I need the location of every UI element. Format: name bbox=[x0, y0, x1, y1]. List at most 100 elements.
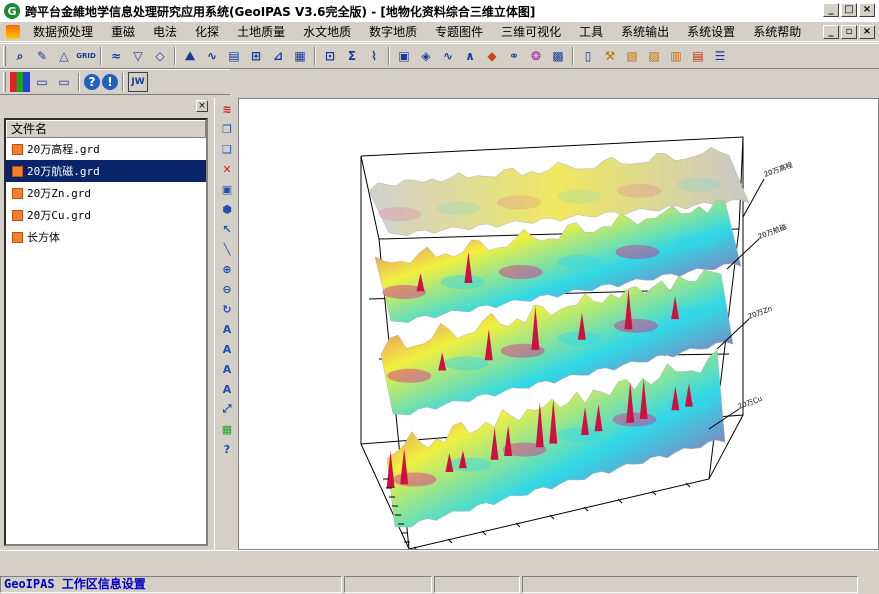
file-list: 文件名 20万高程.grd 20万航磁.grd 20万Zn.grd 20万Cu.… bbox=[4, 118, 208, 546]
color-icon[interactable]: ◈ bbox=[416, 46, 436, 66]
toolbar-separator bbox=[122, 73, 124, 91]
doc-icon[interactable]: ⚭ bbox=[504, 46, 524, 66]
print-icon[interactable]: ▤ bbox=[688, 46, 708, 66]
file-item[interactable]: 20万Cu.grd bbox=[6, 204, 206, 226]
line-icon[interactable]: ╲ bbox=[218, 240, 236, 258]
grid-icon[interactable]: GRID bbox=[76, 46, 96, 66]
menu-electric[interactable]: 电法 bbox=[144, 23, 186, 41]
menu-land-quality[interactable]: 土地质量 bbox=[228, 23, 294, 41]
peak-icon[interactable]: ▣ bbox=[394, 46, 414, 66]
column-header-filename[interactable]: 文件名 bbox=[6, 120, 206, 138]
cube-icon[interactable]: ⬢ bbox=[218, 200, 236, 218]
minimize-button[interactable]: _ bbox=[823, 3, 839, 17]
zoom-in-icon[interactable]: ⊕ bbox=[218, 260, 236, 278]
text-select-icon[interactable]: A bbox=[218, 380, 236, 398]
menu-gravity-magnetic[interactable]: 重磁 bbox=[102, 23, 144, 41]
panel-close-button[interactable]: × bbox=[196, 100, 208, 112]
frame-icon[interactable]: ⊡ bbox=[320, 46, 340, 66]
toolbar-separator bbox=[388, 47, 390, 65]
close-button[interactable]: × bbox=[859, 3, 875, 17]
file-label: 20万航磁.grd bbox=[27, 165, 100, 178]
toolbar-grip[interactable] bbox=[3, 72, 6, 92]
mosaic-icon[interactable]: ◆ bbox=[482, 46, 502, 66]
surface-blob bbox=[673, 235, 718, 249]
color-grid-icon[interactable]: ▦ bbox=[218, 420, 236, 438]
note-icon[interactable]: ▩ bbox=[548, 46, 568, 66]
help-icon[interactable]: ? bbox=[218, 440, 236, 458]
menu-digital-geology[interactable]: 数字地质 bbox=[360, 23, 426, 41]
axis-icon[interactable]: ⊿ bbox=[268, 46, 288, 66]
menu-help[interactable]: 系统帮助 bbox=[744, 23, 810, 41]
fit-icon[interactable]: ⤢ bbox=[218, 400, 236, 418]
image-icon[interactable]: ▣ bbox=[218, 180, 236, 198]
toolbar-grip[interactable] bbox=[3, 46, 6, 66]
menu-data-preprocess[interactable]: 数据预处理 bbox=[24, 23, 102, 41]
copy-icon[interactable]: ▧ bbox=[622, 46, 642, 66]
surface-blob bbox=[444, 356, 488, 371]
mdi-controls: _ ▫ × bbox=[823, 25, 875, 39]
text-edit-icon[interactable]: A bbox=[218, 360, 236, 378]
menu-tools[interactable]: 工具 bbox=[570, 23, 612, 41]
mdi-minimize-button[interactable]: _ bbox=[823, 25, 839, 39]
wave-icon[interactable]: ◇ bbox=[150, 46, 170, 66]
menu-geochem[interactable]: 化探 bbox=[186, 23, 228, 41]
paste-icon[interactable]: ❏ bbox=[218, 140, 236, 158]
pointer-icon[interactable]: ↖ bbox=[218, 220, 236, 238]
menu-output[interactable]: 系统输出 bbox=[612, 23, 678, 41]
map-icon[interactable]: ⛰ bbox=[180, 46, 200, 66]
list-icon[interactable]: ☰ bbox=[710, 46, 730, 66]
filter-icon[interactable]: ▽ bbox=[128, 46, 148, 66]
3d-plot-canvas[interactable]: 20万高程 20万航磁 20万Zn 20万Cu bbox=[238, 98, 879, 550]
table-icon[interactable]: ⊞ bbox=[246, 46, 266, 66]
layers-icon[interactable]: ≋ bbox=[218, 100, 236, 118]
mdi-close-button[interactable]: × bbox=[859, 25, 875, 39]
mdi-restore-button[interactable]: ▫ bbox=[841, 25, 857, 39]
pipe-icon[interactable]: ⚒ bbox=[600, 46, 620, 66]
palette-icon[interactable] bbox=[10, 72, 30, 92]
toolbar-separator bbox=[174, 47, 176, 65]
menu-thematic-maps[interactable]: 专题图件 bbox=[426, 23, 492, 41]
secondary-toolbar: ▭ ▭ ? ! JW bbox=[0, 69, 230, 95]
text-icon[interactable]: A bbox=[218, 320, 236, 338]
matrix-icon[interactable]: ▦ bbox=[290, 46, 310, 66]
jw-icon[interactable]: JW bbox=[128, 72, 148, 92]
doc-back-icon[interactable]: ▭ bbox=[54, 72, 74, 92]
save-icon[interactable]: ▥ bbox=[666, 46, 686, 66]
paste-icon[interactable]: ▨ bbox=[644, 46, 664, 66]
export-icon[interactable]: ▯ bbox=[578, 46, 598, 66]
menu-hydrogeology[interactable]: 水文地质 bbox=[294, 23, 360, 41]
brush-icon[interactable]: ❂ bbox=[526, 46, 546, 66]
toolbar-separator bbox=[572, 47, 574, 65]
layer-label: 20万航磁 bbox=[757, 222, 788, 241]
delete-icon[interactable]: ✕ bbox=[218, 160, 236, 178]
zigzag-icon[interactable]: ⌇ bbox=[364, 46, 384, 66]
doc-icon[interactable]: ▭ bbox=[32, 72, 52, 92]
rotate-icon[interactable]: ↻ bbox=[218, 300, 236, 318]
contour-icon[interactable]: ≈ bbox=[106, 46, 126, 66]
maximize-button[interactable]: □ bbox=[841, 3, 857, 17]
resize-grip-icon[interactable] bbox=[860, 576, 876, 593]
triangle-icon[interactable]: △ bbox=[54, 46, 74, 66]
edit-icon[interactable]: ✎ bbox=[32, 46, 52, 66]
file-item[interactable]: 20万高程.grd bbox=[6, 138, 206, 160]
document-icon[interactable] bbox=[6, 24, 20, 39]
venn-icon[interactable]: ∿ bbox=[438, 46, 458, 66]
menu-settings[interactable]: 系统设置 bbox=[678, 23, 744, 41]
file-item[interactable]: 长方体 bbox=[6, 226, 206, 248]
layers-icon[interactable]: ▤ bbox=[224, 46, 244, 66]
chart-icon[interactable]: ∿ bbox=[202, 46, 222, 66]
menu-3d-visual[interactable]: 三维可视化 bbox=[492, 23, 570, 41]
info-icon[interactable]: ! bbox=[102, 74, 118, 90]
text-bold-icon[interactable]: A bbox=[218, 340, 236, 358]
zoom-out-icon[interactable]: ⊖ bbox=[218, 280, 236, 298]
calc-icon[interactable]: Σ bbox=[342, 46, 362, 66]
title-bar[interactable]: G 跨平台金維地学信息处理研究应用系统(GeoIPAS V3.6完全版) - [… bbox=[0, 0, 879, 22]
globe-icon[interactable]: ∧ bbox=[460, 46, 480, 66]
copy-icon[interactable]: ❐ bbox=[218, 120, 236, 138]
file-item-selected[interactable]: 20万航磁.grd bbox=[6, 160, 206, 182]
toolbar-separator bbox=[78, 73, 80, 91]
toolbar-separator bbox=[314, 47, 316, 65]
file-item[interactable]: 20万Zn.grd bbox=[6, 182, 206, 204]
search-icon[interactable]: ⌕ bbox=[10, 46, 30, 66]
help-icon[interactable]: ? bbox=[84, 74, 100, 90]
